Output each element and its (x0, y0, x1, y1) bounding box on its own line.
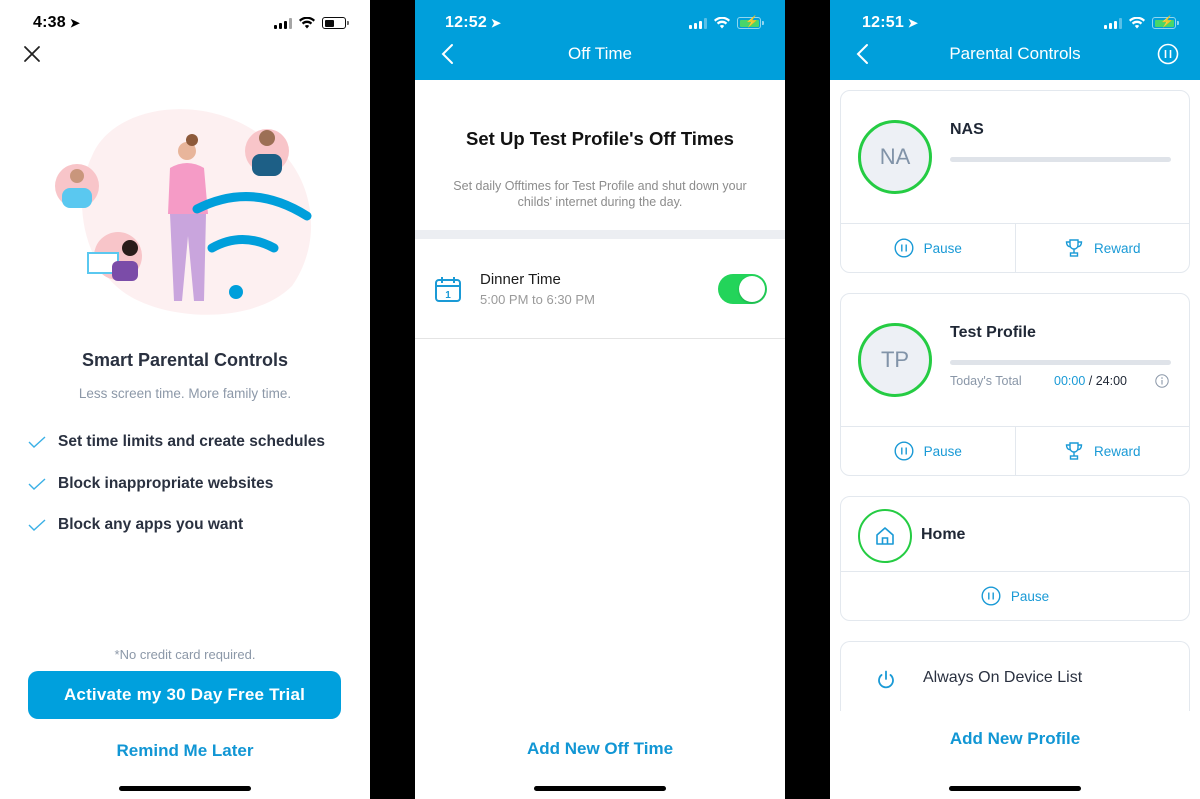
status-time: 12:52 ➤ (445, 14, 502, 31)
reward-label: Reward (1093, 443, 1141, 459)
location-icon: ➤ (69, 16, 81, 30)
cellular-signal-icon (274, 17, 292, 29)
battery-charging-icon: ⚡ (1152, 16, 1179, 29)
always-on-label: Always On Device List (923, 669, 1083, 686)
nav-title: Parental Controls (949, 44, 1081, 63)
home-indicator[interactable] (534, 786, 666, 791)
feature-label: Block any apps you want (58, 516, 244, 533)
house-icon (876, 527, 894, 545)
status-bar: 12:52 ➤ ⚡ (415, 0, 785, 48)
pause-button[interactable]: Pause (841, 427, 1015, 475)
status-bar: 4:38 ➤ (0, 0, 370, 48)
parental-controls-screen: 12:51 ➤ ⚡ Parental Controls NA NAS Pause … (830, 0, 1200, 799)
remind-later-button[interactable]: Remind Me Later (0, 741, 370, 761)
profile-avatar: NA (858, 120, 932, 194)
battery-charging-icon: ⚡ (737, 16, 764, 29)
off-time-range: 5:00 PM to 6:30 PM (480, 292, 595, 307)
reward-button[interactable]: Reward (1014, 224, 1190, 272)
home-name: Home (921, 526, 966, 543)
pause-all-icon[interactable] (1157, 43, 1179, 65)
off-time-name: Dinner Time (480, 271, 561, 288)
off-time-item[interactable]: 1 Dinner Time 5:00 PM to 6:30 PM (415, 239, 785, 339)
toggle-knob (739, 276, 765, 302)
feature-item: Block inappropriate websites (28, 475, 273, 493)
section-divider (415, 230, 785, 239)
page-subtitle: Less screen time. More family time. (78, 386, 292, 401)
check-icon (28, 478, 46, 490)
status-bar: 12:51 ➤ ⚡ (830, 0, 1200, 48)
time-limit: / 24:00 (1088, 374, 1127, 388)
home-indicator[interactable] (119, 786, 251, 791)
profile-card[interactable]: TP Test Profile Today's Total 00:00 / 24… (840, 293, 1190, 476)
cellular-signal-icon (1104, 17, 1122, 29)
calendar-icon: 1 (435, 277, 461, 302)
location-icon: ➤ (907, 16, 919, 30)
nav-header: 12:51 ➤ ⚡ Parental Controls (830, 0, 1200, 80)
home-indicator[interactable] (949, 786, 1081, 791)
todays-total-value: 00:00 / 24:00 (1054, 374, 1127, 388)
svg-text:1: 1 (445, 290, 451, 301)
usage-bar (950, 360, 1171, 365)
home-card[interactable]: Home Pause (840, 496, 1190, 621)
pause-icon (894, 238, 914, 258)
home-avatar (858, 509, 912, 563)
wifi-icon (1129, 17, 1145, 29)
pause-button[interactable]: Pause (841, 572, 1189, 620)
location-icon: ➤ (490, 16, 502, 30)
activate-trial-button[interactable]: Activate my 30 Day Free Trial (28, 671, 341, 719)
add-new-off-time-button[interactable]: Add New Off Time (415, 739, 785, 759)
reward-button[interactable]: Reward (1014, 427, 1190, 475)
family-wifi-illustration (55, 109, 312, 315)
profile-actions: Pause Reward (841, 223, 1189, 272)
feature-label: Set time limits and create schedules (58, 433, 326, 450)
profile-actions: Pause Reward (841, 426, 1189, 475)
off-time-screen: 12:52 ➤ ⚡ Off Time Set Up Test Profile's … (415, 0, 785, 799)
status-time: 12:51 ➤ (862, 14, 919, 31)
time-used: 00:00 (1054, 374, 1086, 388)
check-icon (28, 519, 46, 531)
pause-button[interactable]: Pause (841, 224, 1015, 272)
check-icon (28, 436, 46, 448)
battery-icon (322, 17, 349, 29)
off-time-toggle[interactable] (718, 274, 767, 304)
pause-icon (981, 586, 1001, 606)
pause-icon (894, 441, 914, 461)
usage-bar (950, 157, 1171, 162)
todays-total-label: Today's Total (950, 374, 1022, 388)
info-icon[interactable] (1155, 374, 1169, 388)
page-heading: Set Up Test Profile's Off Times (466, 128, 734, 149)
nav-header: 12:52 ➤ ⚡ Off Time (415, 0, 785, 80)
feature-label: Block inappropriate websites (58, 475, 274, 492)
profile-name: NAS (950, 121, 984, 138)
close-icon[interactable] (22, 44, 42, 64)
feature-item: Set time limits and create schedules (28, 433, 325, 451)
page-title: Smart Parental Controls (81, 350, 289, 370)
nav-title: Off Time (568, 44, 632, 63)
reward-label: Reward (1093, 240, 1141, 256)
feature-item: Block any apps you want (28, 516, 243, 534)
profile-name: Test Profile (950, 324, 1036, 341)
trophy-icon (1065, 239, 1083, 257)
cellular-signal-icon (689, 17, 707, 29)
profile-card[interactable]: NA NAS Pause Reward (840, 90, 1190, 273)
page-description: Set daily Offtimes for Test Profile and … (453, 179, 747, 209)
trophy-icon (1065, 442, 1083, 460)
pause-label: Pause (1010, 588, 1050, 604)
pause-label: Pause (923, 240, 962, 256)
trial-screen: 4:38 ➤ Smart Parental Controls Less scree… (0, 0, 370, 799)
status-time: 4:38 ➤ (33, 14, 81, 31)
add-new-profile-button[interactable]: Add New Profile (830, 729, 1200, 749)
home-actions: Pause (841, 571, 1189, 620)
pause-label: Pause (923, 443, 962, 459)
profile-avatar: TP (858, 323, 932, 397)
wifi-icon (299, 17, 315, 29)
power-icon (878, 670, 894, 689)
wifi-icon (714, 17, 730, 29)
no-credit-card-note: *No credit card required. (114, 647, 256, 662)
